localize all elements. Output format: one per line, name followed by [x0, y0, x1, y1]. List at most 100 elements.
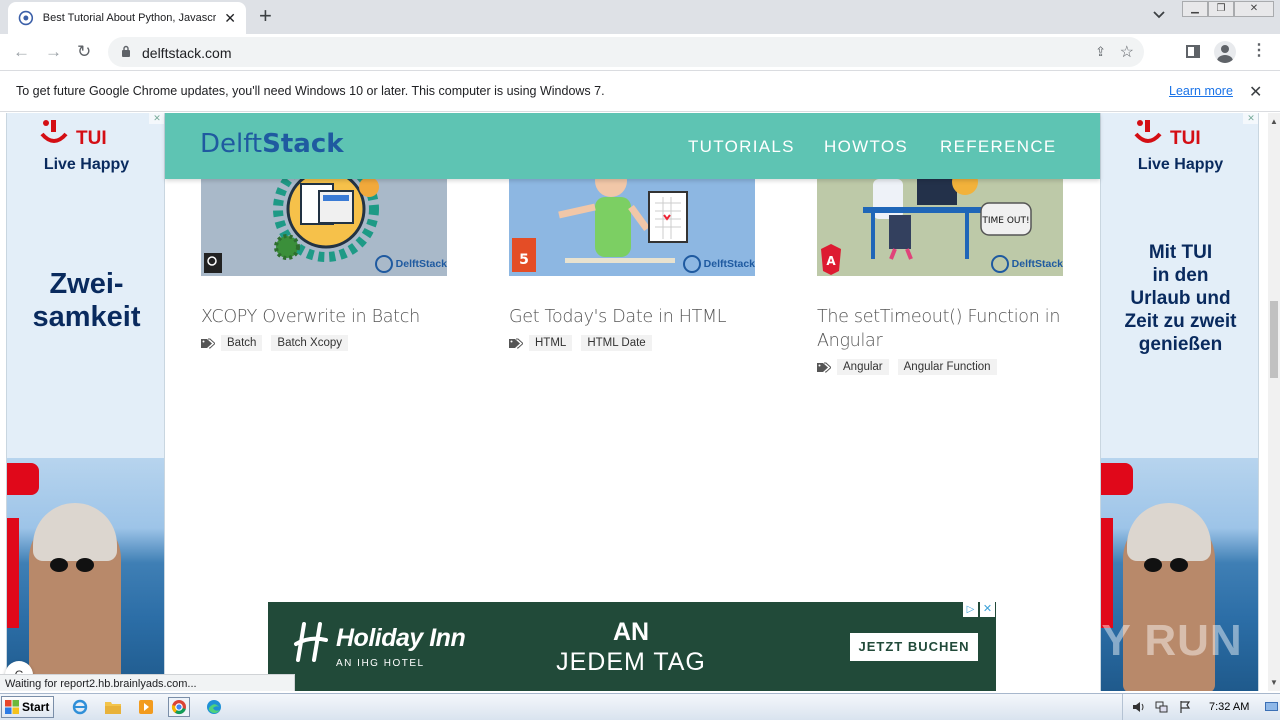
url-text[interactable]: delftstack.com [142, 45, 231, 61]
tui-brand: TUI [1170, 128, 1201, 149]
start-button[interactable]: Start [1, 696, 54, 718]
infobar-message: To get future Google Chrome updates, you… [16, 84, 605, 98]
tui-smile-icon [1134, 120, 1162, 143]
adchoices-icon[interactable]: ▷ [963, 602, 978, 617]
forward-button[interactable]: → [45, 42, 62, 62]
ad-headline-line: Mit TUI [1148, 242, 1213, 263]
system-tray [1122, 694, 1280, 720]
tags-icon [509, 338, 523, 348]
window-minimize-button[interactable]: ▁ [1182, 1, 1208, 17]
tui-slogan: Live Happy [43, 156, 130, 173]
address-bar[interactable]: delftstack.com ⇪ ☆ [108, 37, 1144, 67]
browser-tab[interactable]: Best Tutorial About Python, Javascript ✕ [8, 2, 246, 34]
logo-text-bold: Stack [262, 129, 344, 159]
profile-avatar-icon[interactable] [1214, 41, 1236, 63]
holiday-inn-h-icon [294, 622, 328, 662]
article-thumbnail[interactable]: 5 DelftStack [509, 179, 755, 276]
tui-brand: TUI [76, 128, 107, 149]
taskbar-clock: 7:32 AM [1209, 701, 1250, 713]
scroll-down-arrow-icon[interactable]: ▼ [1270, 678, 1278, 687]
banner-headline-1: AN [612, 618, 650, 646]
ad-headline-line: Zwei- [49, 268, 124, 300]
nav-tutorials[interactable]: TUTORIALS [688, 137, 795, 157]
ad-couple-photo [7, 458, 164, 691]
svg-text:A: A [826, 254, 836, 268]
tags-icon [817, 362, 831, 372]
file-explorer-icon[interactable] [102, 697, 124, 717]
article-title[interactable]: Get Today's Date in HTML [509, 305, 755, 329]
chrome-menu-icon[interactable]: ⋮ [1251, 43, 1267, 59]
new-tab-button[interactable]: + [259, 5, 272, 27]
anyrun-watermark: ANY RUN [1036, 616, 1243, 665]
window-close-button[interactable]: ✕ [1234, 1, 1274, 17]
status-bubble: Waiting for report2.hb.brainlyads.com... [0, 674, 295, 691]
book-now-button[interactable]: JETZT BUCHEN [850, 633, 978, 661]
lock-icon[interactable] [121, 45, 131, 57]
edge-icon[interactable] [203, 697, 225, 717]
tag-batch-xcopy[interactable]: Batch Xcopy [271, 335, 348, 351]
banner-close-icon[interactable]: ✕ [980, 602, 995, 617]
tab-close-icon[interactable]: ✕ [224, 11, 236, 25]
tag-html-date[interactable]: HTML Date [581, 335, 652, 351]
network-icon[interactable] [1155, 701, 1168, 713]
scrollbar-thumb[interactable] [1270, 301, 1278, 378]
chrome-taskbar-icon[interactable] [168, 697, 190, 717]
windows-flag-icon [5, 700, 19, 714]
right-skyscraper-ad[interactable]: TUI Live Happy Mit TUI in den Urlaub und… [1100, 113, 1259, 691]
article-card[interactable]: TIME OUT! A DelftStack The setTimeout() … [817, 179, 1063, 375]
internet-explorer-icon[interactable] [69, 697, 91, 717]
tags-icon [201, 338, 215, 348]
reload-button[interactable]: ↻ [77, 42, 91, 62]
vertical-scrollbar[interactable]: ▲ ▼ [1268, 113, 1280, 691]
infobar-close-icon[interactable]: ✕ [1249, 82, 1262, 102]
share-icon[interactable]: ⇪ [1095, 44, 1106, 60]
ad-headline: Mit TUI in den Urlaub und Zeit zu zweit … [1101, 241, 1258, 356]
back-button[interactable]: ← [13, 42, 30, 62]
tab-strip: Best Tutorial About Python, Javascript ✕… [0, 0, 1280, 34]
volume-icon[interactable] [1132, 701, 1145, 713]
bookmark-star-icon[interactable]: ☆ [1120, 42, 1134, 62]
article-card[interactable]: 5 DelftStack Get Today's Date in HTML HT… [509, 179, 755, 351]
logo-text-light: Delft [200, 129, 263, 159]
window-restore-button[interactable]: ❐ [1208, 1, 1234, 17]
tui-smile-icon [40, 120, 68, 143]
delftstack-badge: DelftStack [682, 255, 755, 273]
browser-toolbar: ← → ↻ delftstack.com ⇪ ☆ [0, 34, 1280, 71]
delftstack-logo[interactable]: DelftStack [200, 129, 344, 159]
ad-close-icon[interactable]: ✕ [149, 113, 164, 124]
tag-angular[interactable]: Angular [837, 359, 889, 375]
nav-reference[interactable]: REFERENCE [940, 137, 1057, 157]
ad-headline-line: samkeit [32, 301, 141, 333]
ad-close-icon[interactable]: ✕ [1243, 113, 1258, 124]
page-viewport: TUI Live Happy Zwei- samkeit ✕ DelftStac… [0, 113, 1268, 691]
nav-howtos[interactable]: HOWTOS [824, 137, 908, 157]
windows-taskbar: Start 7:32 AM [0, 693, 1280, 720]
delftstack-badge: DelftStack [374, 255, 447, 273]
tag-angular-function[interactable]: Angular Function [897, 359, 997, 375]
tag-html[interactable]: HTML [529, 335, 573, 351]
left-skyscraper-ad[interactable]: TUI Live Happy Zwei- samkeit ✕ [6, 113, 165, 691]
article-card[interactable]: DelftStack XCOPY Overwrite in Batch Batc… [201, 179, 447, 351]
learn-more-link[interactable]: Learn more [1169, 84, 1233, 98]
tag-batch[interactable]: Batch [221, 335, 263, 351]
tab-search-chevron-icon[interactable] [1153, 8, 1165, 22]
action-center-flag-icon[interactable] [1179, 701, 1192, 713]
tui-logo: TUI [40, 118, 134, 150]
svg-text:5: 5 [519, 252, 529, 268]
start-label: Start [22, 700, 50, 714]
scroll-up-arrow-icon[interactable]: ▲ [1270, 117, 1278, 126]
site-header: DelftStack TUTORIALS HOWTOS REFERENCE [165, 113, 1100, 179]
article-thumbnail[interactable]: DelftStack [201, 179, 447, 276]
holiday-inn-banner-ad[interactable]: Holiday Inn AN IHG HOTEL AN JEDEM TAG JE… [268, 602, 996, 691]
banner-headline-2: JEDEM TAG [556, 648, 706, 676]
article-thumbnail[interactable]: TIME OUT! A DelftStack [817, 179, 1063, 276]
show-desktop-icon[interactable] [1265, 701, 1278, 713]
side-panel-icon[interactable] [1186, 45, 1200, 58]
media-player-icon[interactable] [135, 697, 157, 717]
ad-headline-line: Zeit zu zweit [1124, 311, 1237, 332]
site-favicon-icon [18, 10, 34, 26]
tag-list: Batch Batch Xcopy [201, 335, 447, 351]
article-title[interactable]: XCOPY Overwrite in Batch [201, 305, 447, 329]
ad-headline-line: Urlaub und [1130, 288, 1231, 309]
article-title[interactable]: The setTimeout() Function in Angular [817, 305, 1063, 353]
